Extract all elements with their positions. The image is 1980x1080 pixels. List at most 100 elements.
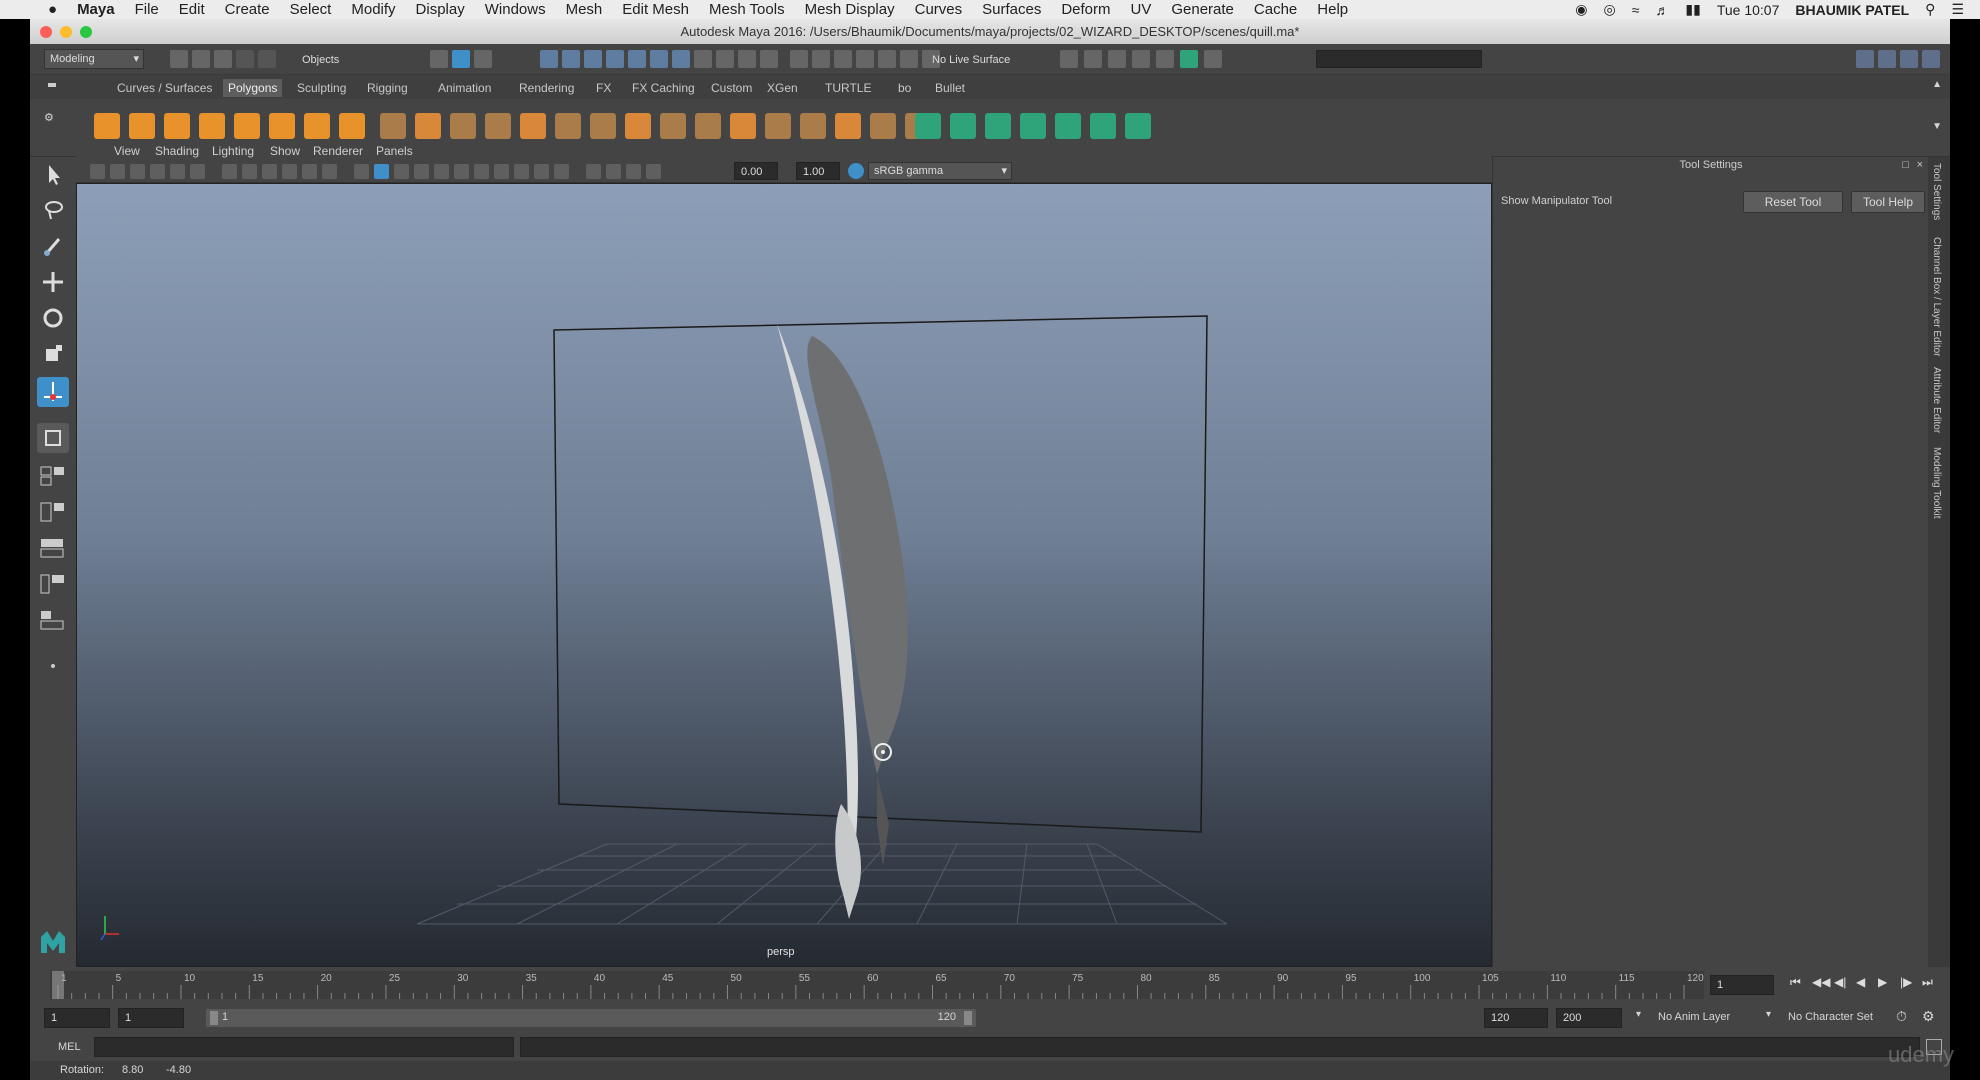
user-name[interactable]: BHAUMIK PATEL bbox=[1795, 2, 1909, 18]
safe-action-icon[interactable] bbox=[322, 164, 337, 179]
snap-b-icon[interactable] bbox=[672, 50, 690, 68]
shelf-menu-icon[interactable] bbox=[48, 83, 56, 87]
character-set-label[interactable]: No Character Set bbox=[1788, 1011, 1873, 1023]
torus-icon[interactable] bbox=[269, 113, 295, 139]
app-menu-maya[interactable]: Maya bbox=[77, 1, 115, 18]
shelf-tab[interactable]: FX bbox=[591, 79, 616, 97]
mac-menu-item[interactable]: Modify bbox=[351, 1, 395, 18]
multisample-aa-icon[interactable] bbox=[534, 164, 549, 179]
menu-set-dropdown[interactable]: Modeling ▾ bbox=[44, 49, 144, 69]
go-to-start-icon[interactable]: ⏮ bbox=[1790, 975, 1801, 990]
quick-search-field[interactable] bbox=[1316, 50, 1482, 68]
wifi-icon[interactable]: ≈ bbox=[1632, 2, 1640, 18]
zoom-window-button[interactable] bbox=[80, 26, 92, 38]
output-ops-icon[interactable] bbox=[834, 50, 852, 68]
grease-pencil-icon[interactable] bbox=[190, 164, 205, 179]
viewport-menu-item[interactable]: Renderer bbox=[313, 144, 363, 158]
go-to-end-icon[interactable]: ⏭ bbox=[1922, 975, 1933, 990]
separate-icon[interactable] bbox=[415, 113, 441, 139]
smooth-shade-icon[interactable] bbox=[374, 164, 389, 179]
mac-menu-item[interactable]: Mesh Display bbox=[805, 1, 895, 18]
multicut-icon[interactable] bbox=[660, 113, 686, 139]
pipe-icon[interactable] bbox=[339, 113, 365, 139]
extrude-icon[interactable] bbox=[625, 113, 651, 139]
chevron-down-icon[interactable]: ▾ bbox=[1636, 1009, 1641, 1020]
mac-menu-item[interactable]: Edit Mesh bbox=[622, 1, 689, 18]
live-surface-label[interactable]: No Live Surface bbox=[932, 54, 1010, 66]
mac-menu-item[interactable]: Edit bbox=[179, 1, 205, 18]
gate-mask-icon[interactable] bbox=[282, 164, 297, 179]
current-time-indicator[interactable] bbox=[52, 971, 64, 999]
move-tool-icon[interactable] bbox=[37, 267, 69, 297]
ipr-render-icon[interactable] bbox=[1108, 50, 1126, 68]
mac-menu-item[interactable]: Deform bbox=[1061, 1, 1110, 18]
shelf-tab[interactable]: Animation bbox=[433, 79, 496, 97]
side-tab[interactable]: Attribute Editor bbox=[1931, 367, 1942, 433]
textured-icon[interactable] bbox=[434, 164, 449, 179]
open-scene-icon[interactable] bbox=[192, 50, 210, 68]
snap-grid-icon[interactable] bbox=[540, 50, 558, 68]
mac-menu-item[interactable]: UV bbox=[1131, 1, 1152, 18]
shelf-tab[interactable]: Sculpting bbox=[292, 79, 351, 97]
side-tab[interactable]: Channel Box / Layer Editor bbox=[1931, 237, 1942, 357]
target-weld-icon[interactable] bbox=[695, 113, 721, 139]
select-component-icon[interactable] bbox=[474, 50, 492, 68]
outliner-layout-icon[interactable] bbox=[1878, 50, 1896, 68]
attribute-editor-toggle-icon[interactable] bbox=[1922, 50, 1940, 68]
wireframe-icon[interactable] bbox=[354, 164, 369, 179]
append-poly-icon[interactable] bbox=[835, 113, 861, 139]
xray-joints-icon[interactable] bbox=[626, 164, 641, 179]
chevron-down-icon[interactable]: ▾ bbox=[1766, 1009, 1771, 1020]
current-frame-field[interactable]: 1 bbox=[1710, 975, 1774, 995]
color-space-dropdown[interactable]: sRGB gamma ▾ bbox=[868, 162, 1012, 180]
shelf-tab[interactable]: Rigging bbox=[362, 79, 413, 97]
command-input[interactable] bbox=[94, 1037, 514, 1057]
shelf-tab[interactable]: Polygons bbox=[223, 79, 283, 97]
uv-editor-icon[interactable] bbox=[1055, 113, 1081, 139]
depth-of-field-icon[interactable] bbox=[554, 164, 569, 179]
shelf-tab[interactable]: Rendering bbox=[514, 79, 579, 97]
soft-mod-icon[interactable] bbox=[856, 50, 874, 68]
time-slider-track[interactable]: 1510152025303540455055606570758085909510… bbox=[50, 971, 1704, 999]
snap-c-icon[interactable] bbox=[694, 50, 712, 68]
animation-end-field[interactable]: 200 bbox=[1556, 1008, 1622, 1028]
play-backwards-icon[interactable]: ◀ bbox=[1856, 975, 1865, 989]
anim-layer-label[interactable]: No Anim Layer bbox=[1658, 1011, 1730, 1023]
grid-icon[interactable] bbox=[222, 164, 237, 179]
selection-mode-label[interactable]: Objects bbox=[302, 54, 339, 66]
auto-key-icon[interactable]: ⏱ bbox=[1896, 1008, 1907, 1025]
snap-point-icon[interactable] bbox=[584, 50, 602, 68]
layout-icon[interactable] bbox=[1856, 50, 1874, 68]
range-end-handle[interactable] bbox=[964, 1011, 972, 1025]
exposure-field[interactable]: 0.00 bbox=[734, 162, 778, 180]
undo-icon[interactable] bbox=[236, 50, 254, 68]
tool-help-button[interactable]: Tool Help bbox=[1851, 191, 1925, 213]
use-all-lights-icon[interactable] bbox=[454, 164, 469, 179]
toolbox-collapse-icon[interactable] bbox=[37, 651, 69, 681]
snap-curve-icon[interactable] bbox=[562, 50, 580, 68]
redo-icon[interactable] bbox=[258, 50, 276, 68]
symmetry-icon[interactable] bbox=[1125, 113, 1151, 139]
side-tab[interactable]: Tool Settings bbox=[1931, 163, 1942, 220]
bridge-icon[interactable] bbox=[555, 113, 581, 139]
step-back-key-icon[interactable]: ◀| bbox=[1834, 975, 1846, 989]
smooth-icon[interactable] bbox=[485, 113, 511, 139]
save-scene-icon[interactable] bbox=[214, 50, 232, 68]
wireframe-on-shaded-icon[interactable] bbox=[394, 164, 409, 179]
mac-menu-item[interactable]: Mesh Tools bbox=[709, 1, 785, 18]
mac-menu-item[interactable]: Display bbox=[416, 1, 465, 18]
camera-attributes-icon[interactable] bbox=[110, 164, 125, 179]
insert-edge-loop-icon[interactable] bbox=[730, 113, 756, 139]
input-ops-icon[interactable] bbox=[812, 50, 830, 68]
float-panel-icon[interactable]: □ bbox=[1902, 157, 1909, 173]
pyramid-icon[interactable] bbox=[304, 113, 330, 139]
render-settings-icon[interactable] bbox=[1132, 50, 1150, 68]
two-pane-layout-icon[interactable] bbox=[37, 533, 69, 563]
graph-persp-layout-icon[interactable] bbox=[37, 605, 69, 635]
spherical-map-icon[interactable] bbox=[985, 113, 1011, 139]
bookmark-icon[interactable] bbox=[130, 164, 145, 179]
range-start-handle[interactable] bbox=[210, 1011, 218, 1025]
soft-select-icon[interactable] bbox=[37, 423, 69, 453]
shelf-tab[interactable]: bo bbox=[893, 79, 916, 97]
hypershade-icon[interactable] bbox=[1156, 50, 1174, 68]
